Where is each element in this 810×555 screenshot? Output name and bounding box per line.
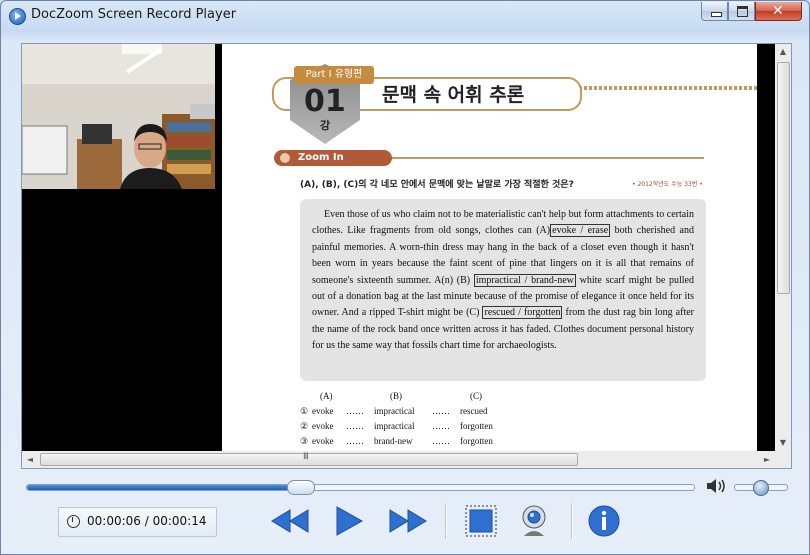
choice-dots: …… (346, 406, 364, 416)
timer-icon (67, 515, 80, 528)
player-window: DocZoom Screen Record Player ✕ Part Ⅰ 유형… (0, 0, 810, 555)
title-bar[interactable]: DocZoom Screen Record Player ✕ (1, 1, 809, 31)
scroll-up-button[interactable]: ▲ (775, 44, 791, 60)
choice-a: evoke (312, 436, 334, 446)
question-source: • 2012학년도 수능 33번 • (632, 181, 703, 188)
lesson-number: 01 (304, 84, 346, 119)
choice-c: forgotten (460, 436, 493, 446)
horizontal-scroll-thumb[interactable]: III (40, 452, 578, 466)
choice-dots: …… (346, 421, 364, 431)
maximize-button[interactable] (728, 2, 755, 21)
choice-box-b: impractical / brand-new (473, 273, 576, 287)
part-tag: Part Ⅰ 유형편 (294, 66, 374, 84)
choice-a: evoke (312, 406, 334, 416)
scroll-grip-icon: III (303, 452, 309, 462)
choice-c: rescued (460, 406, 488, 416)
webcam-toggle-button[interactable] (516, 504, 552, 538)
choice-dots: …… (432, 406, 450, 416)
choice-row: ② evoke …… impractical …… forgotten (300, 421, 520, 436)
app-play-icon (9, 8, 26, 25)
passage-box: Even those of us who claim not to be mat… (300, 199, 706, 381)
horizontal-scrollbar[interactable]: ◄ III ► (22, 451, 791, 468)
minimize-button[interactable] (701, 2, 728, 21)
choice-b: brand-new (374, 436, 413, 446)
choice-header-c: (C) (470, 391, 482, 401)
time-text: 00:00:06 / 00:00:14 (87, 514, 206, 528)
choice-c: forgotten (460, 421, 493, 431)
total-time: 00:00:14 (152, 514, 207, 528)
scrollbar-corner (775, 451, 791, 468)
time-display: 00:00:06 / 00:00:14 (58, 507, 217, 537)
vertical-scrollbar[interactable]: ▲ ▼ (775, 44, 791, 451)
zoom-in-label: Zoom In (274, 150, 392, 166)
rewind-button[interactable] (268, 504, 312, 538)
zoom-fit-button[interactable] (464, 504, 498, 538)
volume-thumb[interactable] (753, 480, 769, 496)
webcam-image (22, 44, 215, 189)
control-separator (445, 503, 447, 539)
scroll-right-button[interactable]: ► (759, 451, 775, 468)
choice-dots: …… (346, 436, 364, 446)
choice-a: evoke (312, 421, 334, 431)
fast-forward-button[interactable] (386, 504, 430, 538)
window-title: DocZoom Screen Record Player (31, 7, 237, 22)
minimize-icon (711, 12, 722, 17)
choice-b: impractical (374, 421, 415, 431)
webcam-overlay (22, 44, 215, 189)
choice-box-a: evoke / erase (550, 224, 611, 238)
play-button[interactable] (332, 504, 366, 538)
choice-dots: …… (432, 421, 450, 431)
choice-row: ① evoke …… impractical …… rescued (300, 406, 520, 421)
volume-slider[interactable] (734, 480, 788, 496)
current-time: 00:00:06 (87, 514, 141, 528)
close-button[interactable]: ✕ (755, 2, 802, 21)
choice-header-a: (A) (320, 391, 333, 401)
choice-number: ② (300, 421, 309, 431)
choice-dots: …… (432, 436, 450, 446)
video-viewport[interactable]: Part Ⅰ 유형편 01 강 문맥 속 어휘 추론 Zoom In (A), … (21, 43, 792, 469)
seek-progress (27, 485, 301, 490)
volume-icon[interactable] (705, 477, 729, 495)
scroll-down-button[interactable]: ▼ (775, 435, 791, 451)
choice-header-b: (B) (390, 391, 402, 401)
document-page: Part Ⅰ 유형편 01 강 문맥 속 어휘 추론 Zoom In (A), … (222, 44, 757, 451)
scroll-left-button[interactable]: ◄ (22, 451, 38, 468)
control-separator (571, 503, 573, 539)
choice-number: ① (300, 406, 309, 416)
zoom-bullet-icon (280, 153, 290, 163)
lesson-title: 문맥 속 어휘 추론 (382, 84, 525, 106)
choice-b: impractical (374, 406, 415, 416)
time-separator: / (140, 514, 153, 528)
choice-number: ③ (300, 436, 309, 446)
lesson-unit: 강 (320, 119, 331, 132)
maximize-icon (737, 6, 748, 17)
seek-bar[interactable] (26, 480, 695, 495)
seek-thumb[interactable] (287, 480, 316, 495)
question-text: (A), (B), (C)의 각 네모 안에서 문맥에 맞는 낱말로 가장 적절… (300, 180, 574, 190)
info-button[interactable] (587, 504, 621, 538)
close-icon: ✕ (772, 3, 784, 19)
choice-box-c: rescued / forgotten (482, 306, 563, 320)
choice-row: ③ evoke …… brand-new …… forgotten (300, 436, 520, 451)
vertical-scroll-thumb[interactable] (777, 62, 790, 294)
